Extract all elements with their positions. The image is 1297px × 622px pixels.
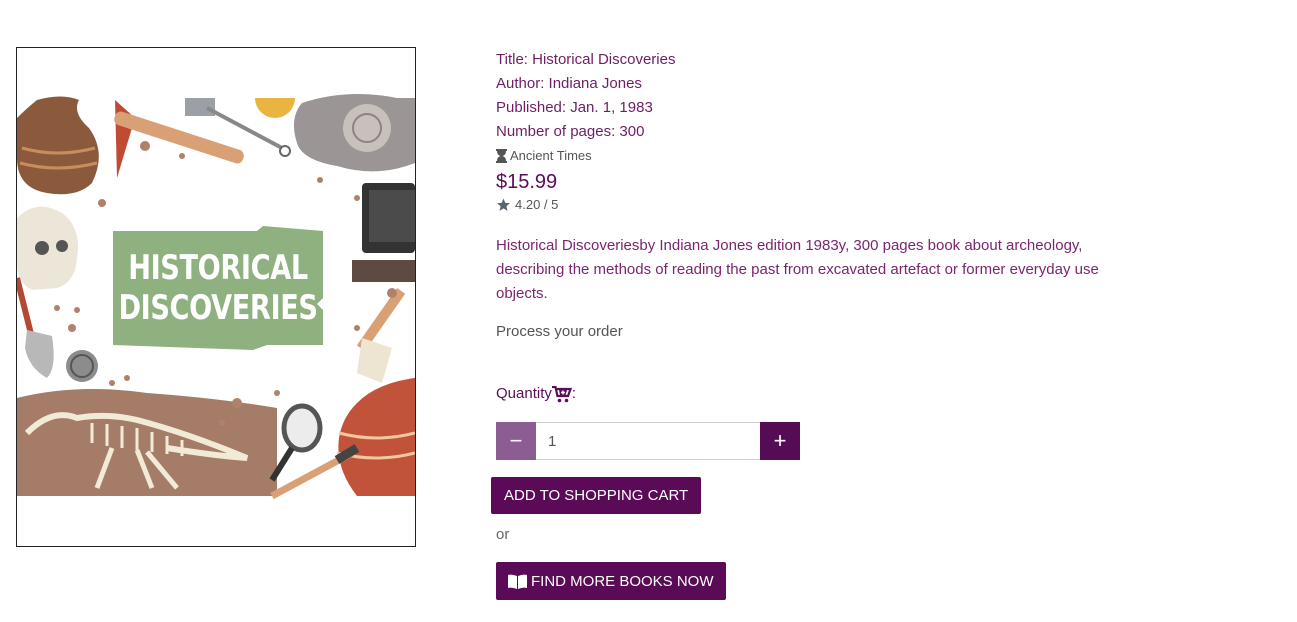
book-category[interactable]: Ancient Times	[496, 146, 1116, 166]
add-to-cart-button[interactable]: ADD TO SHOPPING CART	[491, 477, 702, 514]
hourglass-icon	[496, 149, 507, 163]
book-details: Title: Historical Discoveries Author: In…	[496, 48, 1116, 343]
book-pages: Number of pages: 300	[496, 123, 645, 140]
cover-title-line1: HISTORICAL	[128, 248, 308, 288]
book-author: Author: Indiana Jones	[496, 75, 642, 92]
quantity-label-colon: :	[571, 385, 577, 402]
rating-value: 4.20 / 5	[515, 197, 559, 212]
process-order-text: Process your order	[496, 323, 623, 340]
cart-plus-icon	[551, 385, 572, 402]
book-rating: 4.20 / 5	[496, 196, 1116, 214]
quantity-stepper: − +	[496, 422, 800, 460]
open-book-icon	[508, 574, 527, 589]
find-more-books-button[interactable]: FIND MORE BOOKS NOW	[496, 562, 726, 600]
cover-title: HISTORICAL DISCOVERIES	[118, 231, 318, 345]
book-title: Title: Historical Discoveries	[496, 51, 676, 68]
book-description: Historical Discoveriesby Indiana Jones e…	[496, 237, 1099, 302]
increment-quantity-button[interactable]: +	[760, 422, 800, 460]
star-icon	[497, 198, 510, 211]
quantity-label: Quantity :	[496, 383, 576, 405]
book-published: Published: Jan. 1, 1983	[496, 99, 653, 116]
quantity-input[interactable]	[536, 422, 760, 460]
find-more-books-label: FIND MORE BOOKS NOW	[531, 572, 714, 590]
book-cover-image: HISTORICAL DISCOVERIES	[16, 47, 416, 547]
category-label: Ancient Times	[510, 148, 592, 163]
quantity-label-text: Quantity	[496, 385, 552, 402]
book-price: $15.99	[496, 171, 558, 193]
cover-title-line2: DISCOVERIES	[118, 288, 318, 328]
or-separator: or	[496, 526, 510, 543]
decrement-quantity-button[interactable]: −	[496, 422, 536, 460]
